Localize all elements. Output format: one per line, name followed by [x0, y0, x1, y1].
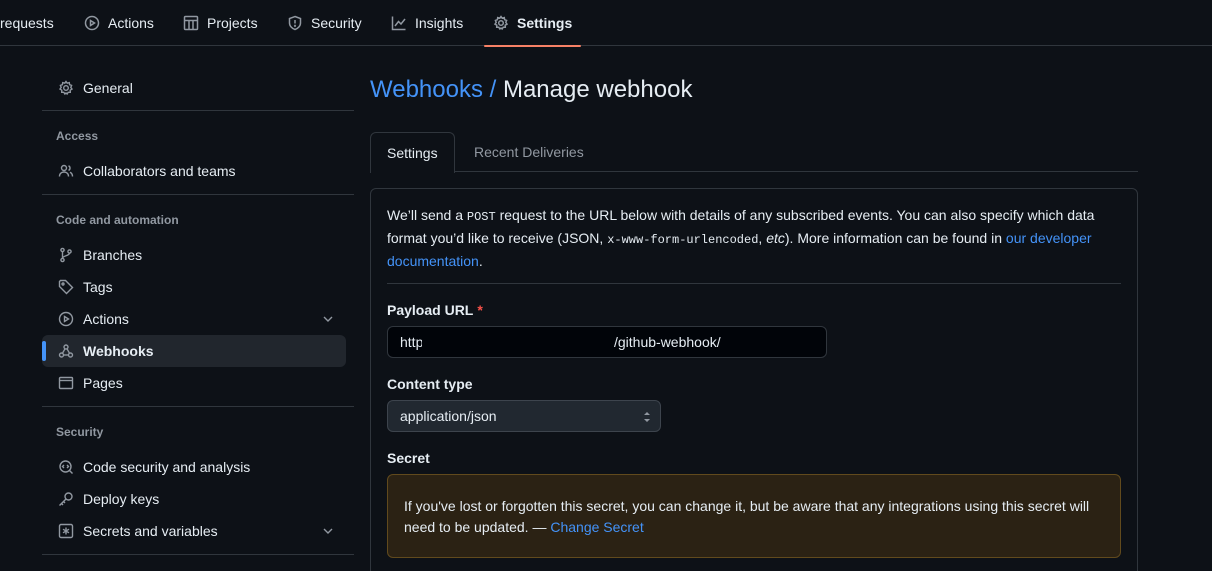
tab-label: Settings — [517, 15, 573, 31]
sidebar-item-label: Branches — [83, 247, 143, 263]
repo-nav: requests Actions Projects Security Insig… — [0, 0, 1212, 47]
change-secret-link[interactable]: Change Secret — [550, 519, 643, 535]
page-title-text: Manage webhook — [502, 76, 693, 103]
sidebar-item-collaborators[interactable]: Collaborators and teams — [42, 155, 346, 187]
sidebar-item-label: Webhooks — [83, 343, 154, 359]
tab-webhook-settings[interactable]: Settings — [370, 132, 455, 173]
payload-url-label: Payload URL * — [387, 302, 483, 318]
sidebar-item-pages[interactable]: Pages — [42, 367, 346, 399]
people-icon — [58, 164, 74, 177]
tab-actions[interactable]: Actions — [84, 0, 154, 46]
tab-label: Projects — [207, 15, 258, 31]
webhook-icon — [58, 344, 74, 358]
codescan-icon — [59, 460, 73, 474]
tab-label: Insights — [415, 15, 464, 31]
select-arrows-icon — [644, 412, 650, 422]
chevron-down-icon[interactable] — [320, 311, 336, 327]
page-title: Webhooks / Manage webhook — [370, 76, 692, 104]
asterisk-box-icon — [58, 523, 74, 539]
sidebar-item-label: Code security and analysis — [83, 459, 251, 475]
sidebar-heading-access: Access — [56, 129, 99, 143]
content-type-value: application/json — [400, 408, 497, 424]
payload-url-input[interactable]: http /github-webhook/ — [387, 326, 827, 358]
tab-pull-requests[interactable]: requests — [0, 0, 54, 46]
play-icon — [58, 311, 74, 327]
sidebar-item-label: Tags — [83, 279, 113, 295]
key-icon — [59, 492, 73, 506]
secret-label: Secret — [387, 450, 430, 466]
content-type-label: Content type — [387, 376, 473, 392]
secret-notice-text: If you've lost or forgotten this secret,… — [404, 498, 1090, 535]
sidebar-item-label: Secrets and variables — [83, 523, 218, 539]
sidebar-item-actions[interactable]: Actions — [42, 303, 346, 335]
sidebar-heading-security: Security — [56, 425, 104, 439]
sidebar-item-label: Deploy keys — [83, 491, 160, 507]
play-icon — [84, 15, 100, 31]
tab-security[interactable]: Security — [287, 0, 362, 46]
sidebar-heading-code-automation: Code and automation — [56, 213, 179, 227]
breadcrumb-webhooks[interactable]: Webhooks / — [370, 76, 496, 103]
gear-icon — [493, 15, 509, 31]
tag-icon — [58, 279, 74, 295]
sidebar-item-branches[interactable]: Branches — [42, 239, 346, 271]
tab-insights[interactable]: Insights — [391, 0, 463, 46]
format-code: x-www-form-urlencoded — [607, 233, 759, 247]
url-prefix: http — [400, 334, 422, 350]
sidebar-divider — [42, 110, 354, 111]
intro-text: We’ll send a POST request to the URL bel… — [387, 207, 1095, 269]
url-suffix: /github-webhook/ — [614, 334, 721, 350]
required-mark: * — [477, 302, 483, 318]
chevron-down-icon[interactable] — [320, 523, 336, 539]
branch-icon — [60, 247, 72, 263]
sidebar-item-label: Pages — [83, 375, 123, 391]
secret-notice: If you've lost or forgotten this secret,… — [387, 474, 1121, 558]
sidebar-item-secrets[interactable]: Secrets and variables — [42, 515, 346, 547]
content-type-select[interactable]: application/json — [387, 400, 661, 432]
gear-icon — [58, 80, 74, 96]
browser-icon — [58, 376, 74, 390]
tab-label: requests — [0, 15, 54, 31]
sidebar-divider — [42, 406, 354, 407]
sidebar-item-general[interactable]: General — [42, 72, 346, 104]
sidebar-item-code-security[interactable]: Code security and analysis — [42, 451, 346, 483]
webhook-tabs: Settings Recent Deliveries — [370, 132, 1138, 173]
sidebar-item-tags[interactable]: Tags — [42, 271, 346, 303]
sidebar-item-label: Collaborators and teams — [83, 163, 236, 179]
form-divider — [387, 283, 1121, 284]
tab-projects[interactable]: Projects — [183, 0, 258, 46]
table-icon — [183, 15, 199, 31]
redacted-region — [422, 331, 614, 353]
sidebar-item-label: Actions — [83, 311, 129, 327]
sidebar-divider — [42, 194, 354, 195]
sidebar-item-deploy-keys[interactable]: Deploy keys — [42, 483, 346, 515]
post-method: POST — [466, 210, 496, 224]
shield-icon — [288, 15, 302, 31]
sidebar-item-label: General — [83, 80, 133, 96]
tab-label: Actions — [108, 15, 154, 31]
graph-icon — [391, 16, 406, 31]
webhook-form: We’ll send a POST request to the URL bel… — [370, 188, 1138, 571]
sidebar-item-webhooks[interactable]: Webhooks — [42, 335, 346, 367]
tab-label: Security — [311, 15, 362, 31]
sidebar-divider — [42, 554, 354, 555]
tab-recent-deliveries[interactable]: Recent Deliveries — [458, 132, 600, 172]
tab-settings[interactable]: Settings — [483, 0, 582, 47]
